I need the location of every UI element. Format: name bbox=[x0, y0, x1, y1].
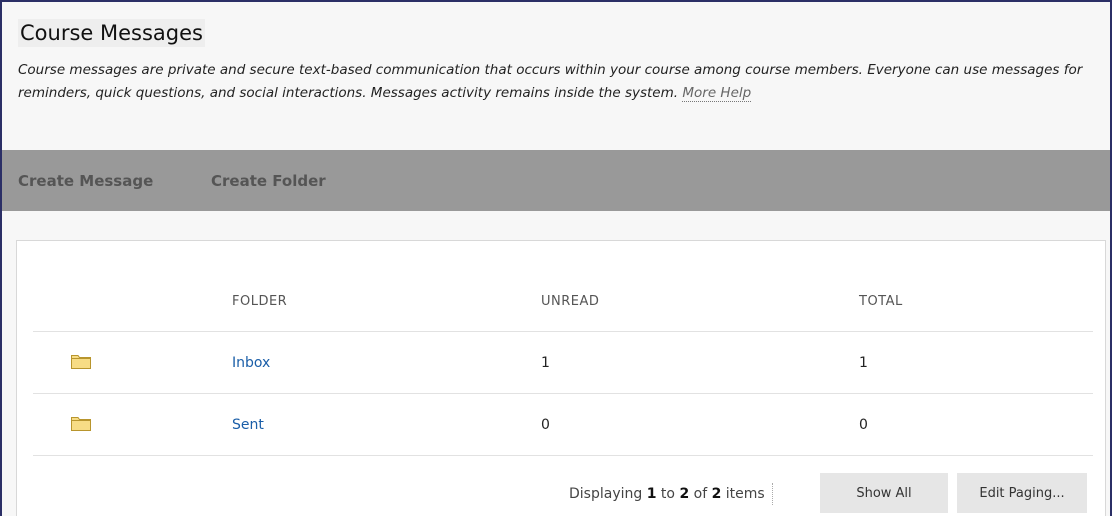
unread-column-header[interactable]: UNREAD bbox=[541, 271, 859, 332]
folder-table: FOLDER UNREAD TOTAL Inbox 1 1 Sent 0 0 bbox=[33, 271, 1093, 456]
total-count: 0 bbox=[859, 393, 1093, 456]
pagination-of: of bbox=[693, 486, 708, 502]
folder-name-cell: Sent bbox=[232, 393, 541, 456]
pagination-prefix: Displaying bbox=[569, 486, 643, 502]
page-title: Course Messages bbox=[18, 19, 205, 47]
folder-icon bbox=[71, 353, 91, 373]
folder-icon-cell bbox=[33, 393, 232, 456]
pagination-status: Displaying 1 to 2 of 2 items bbox=[569, 483, 773, 505]
create-folder-button[interactable]: Create Folder bbox=[211, 169, 326, 193]
folder-icon bbox=[71, 415, 91, 435]
edit-paging-button[interactable]: Edit Paging... bbox=[957, 473, 1087, 513]
total-count: 1 bbox=[859, 331, 1093, 394]
show-all-button[interactable]: Show All bbox=[820, 473, 948, 513]
folder-list-panel: FOLDER UNREAD TOTAL Inbox 1 1 Sent 0 0 D… bbox=[16, 240, 1106, 516]
unread-count: 1 bbox=[541, 331, 859, 394]
page-description: Course messages are private and secure t… bbox=[18, 59, 1106, 105]
create-message-button[interactable]: Create Message bbox=[18, 169, 153, 193]
table-header-row: FOLDER UNREAD TOTAL bbox=[33, 271, 1093, 332]
table-row: Inbox 1 1 bbox=[33, 331, 1093, 394]
sent-folder-link[interactable]: Sent bbox=[232, 417, 264, 433]
pagination-count: 2 bbox=[711, 486, 722, 502]
more-help-link[interactable]: More Help bbox=[682, 85, 752, 102]
inbox-folder-link[interactable]: Inbox bbox=[232, 355, 270, 371]
pagination-items: items bbox=[725, 486, 765, 502]
description-text: Course messages are private and secure t… bbox=[18, 62, 1083, 101]
folder-column-header[interactable]: FOLDER bbox=[232, 271, 541, 332]
course-messages-frame: Course Messages Course messages are priv… bbox=[0, 0, 1112, 516]
folder-name-cell: Inbox bbox=[232, 331, 541, 394]
table-row: Sent 0 0 bbox=[33, 393, 1093, 456]
total-column-header[interactable]: TOTAL bbox=[859, 271, 1093, 332]
pagination-to: to bbox=[660, 486, 675, 502]
pagination-bar: Displaying 1 to 2 of 2 items Show All Ed… bbox=[17, 473, 1105, 513]
folder-icon-graphic bbox=[71, 354, 91, 369]
action-bar: Create Message Create Folder bbox=[2, 150, 1110, 211]
folder-icon-graphic bbox=[71, 416, 91, 431]
folder-icon-cell bbox=[33, 331, 232, 394]
pagination-start: 1 bbox=[646, 486, 657, 502]
pagination-end: 2 bbox=[679, 486, 690, 502]
unread-count: 0 bbox=[541, 393, 859, 456]
page-header: Course Messages Course messages are priv… bbox=[2, 2, 1110, 152]
icon-column-header bbox=[33, 271, 232, 332]
